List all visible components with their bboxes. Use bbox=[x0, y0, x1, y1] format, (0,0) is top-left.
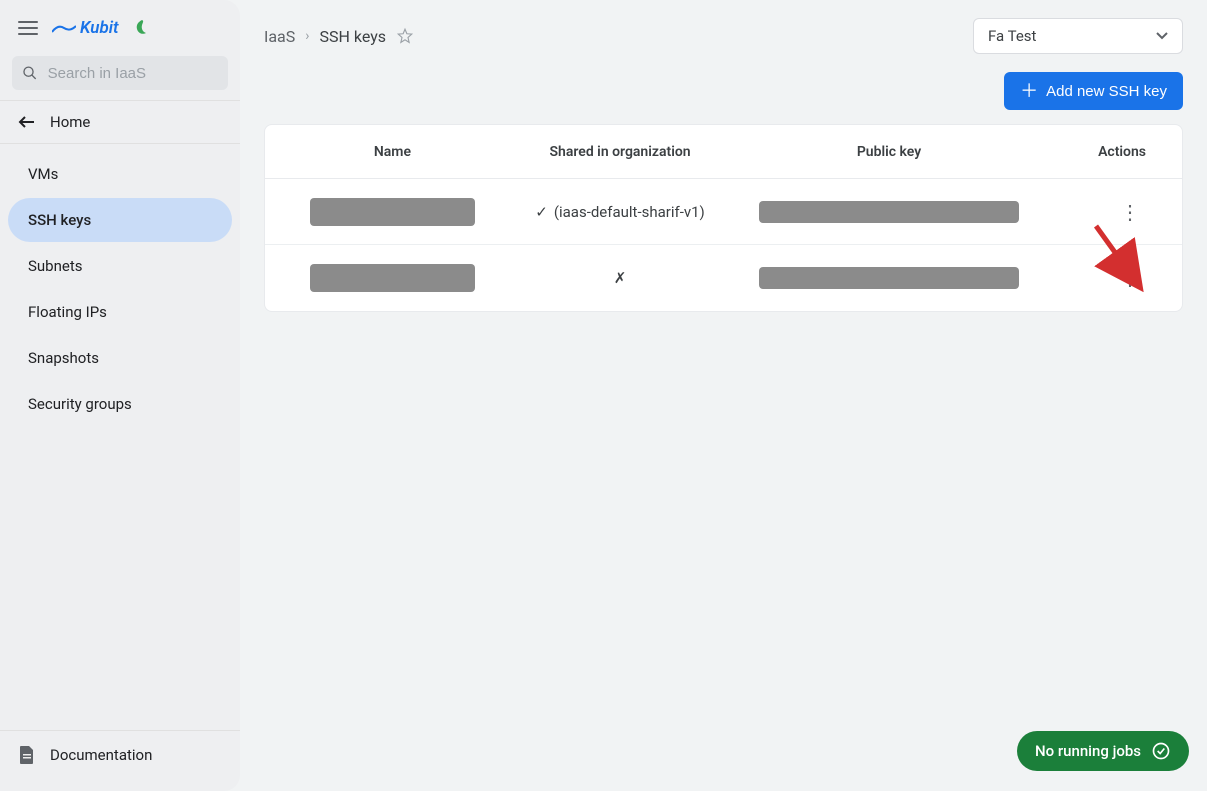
redacted-block bbox=[310, 264, 476, 292]
check-circle-icon bbox=[1151, 741, 1171, 761]
sidebar-item-label: SSH keys bbox=[28, 211, 91, 229]
menu-icon[interactable] bbox=[18, 21, 38, 35]
jobs-label: No running jobs bbox=[1035, 742, 1141, 760]
sidebar-item-label: Subnets bbox=[28, 257, 83, 275]
table-header: Name Shared in organization Public key A… bbox=[265, 125, 1182, 179]
th-actions: Actions bbox=[1034, 144, 1158, 160]
plus-icon: ＋ bbox=[1020, 82, 1038, 100]
search-box[interactable] bbox=[12, 56, 228, 90]
sidebar-item-label: Security groups bbox=[28, 395, 132, 413]
breadcrumb-current: SSH keys bbox=[319, 27, 386, 46]
star-icon[interactable] bbox=[396, 27, 414, 45]
sidebar-header: Kubit bbox=[0, 12, 240, 52]
action-row: ＋ Add new SSH key bbox=[264, 72, 1183, 110]
sidebar-item-label: Snapshots bbox=[28, 349, 99, 367]
search-icon bbox=[22, 64, 38, 82]
add-button-label: Add new SSH key bbox=[1046, 83, 1167, 100]
partner-logo bbox=[133, 19, 151, 37]
main-content: IaaS › SSH keys Fa Test ＋ Add new SSH ke… bbox=[240, 0, 1207, 791]
ssh-keys-table: Name Shared in organization Public key A… bbox=[264, 124, 1183, 312]
th-shared: Shared in organization bbox=[496, 144, 744, 160]
documentation-label: Documentation bbox=[50, 746, 152, 764]
redacted-block bbox=[759, 267, 1020, 289]
back-arrow-icon bbox=[18, 115, 36, 129]
sidebar-item-floating-ips[interactable]: Floating IPs bbox=[8, 290, 232, 334]
actions-cell: ⋮ bbox=[1034, 200, 1158, 224]
shared-cell: ✗ bbox=[496, 269, 744, 287]
topbar: IaaS › SSH keys Fa Test bbox=[264, 18, 1183, 54]
wave-icon bbox=[52, 22, 76, 34]
home-label: Home bbox=[50, 113, 90, 131]
shared-text: (iaas-default-sharif-v1) bbox=[554, 203, 705, 221]
nav-list: VMs SSH keys Subnets Floating IPs Snapsh… bbox=[0, 144, 240, 434]
sidebar: Kubit Home VMs SSH keys bbox=[0, 0, 240, 791]
sidebar-item-security-groups[interactable]: Security groups bbox=[8, 382, 232, 426]
redacted-block bbox=[759, 201, 1020, 223]
document-icon bbox=[18, 745, 36, 765]
table-row: ✗ ⋮ bbox=[265, 245, 1182, 311]
jobs-status-pill[interactable]: No running jobs bbox=[1017, 731, 1189, 771]
sidebar-item-vms[interactable]: VMs bbox=[8, 152, 232, 196]
chevron-down-icon bbox=[1156, 32, 1168, 40]
sidebar-item-label: VMs bbox=[28, 165, 58, 183]
home-link[interactable]: Home bbox=[0, 100, 240, 144]
sidebar-item-label: Floating IPs bbox=[28, 303, 107, 321]
name-cell bbox=[289, 198, 496, 226]
org-selected: Fa Test bbox=[988, 27, 1036, 45]
breadcrumb-root[interactable]: IaaS bbox=[264, 27, 295, 46]
pubkey-cell bbox=[744, 201, 1034, 223]
shared-cell: ✓ (iaas-default-sharif-v1) bbox=[496, 203, 744, 221]
add-ssh-key-button[interactable]: ＋ Add new SSH key bbox=[1004, 72, 1183, 110]
row-actions-menu[interactable]: ⋮ bbox=[1118, 266, 1142, 290]
chevron-right-icon: › bbox=[305, 28, 309, 44]
sidebar-item-subnets[interactable]: Subnets bbox=[8, 244, 232, 288]
sidebar-item-snapshots[interactable]: Snapshots bbox=[8, 336, 232, 380]
search-input[interactable] bbox=[48, 65, 218, 82]
documentation-link[interactable]: Documentation bbox=[0, 730, 240, 779]
pubkey-cell bbox=[744, 267, 1034, 289]
redacted-block bbox=[310, 198, 476, 226]
brand-name: Kubit bbox=[80, 18, 119, 38]
cross-icon: ✗ bbox=[614, 269, 627, 287]
brand-logo[interactable]: Kubit bbox=[52, 18, 119, 38]
th-pubkey: Public key bbox=[744, 144, 1034, 160]
org-selector[interactable]: Fa Test bbox=[973, 18, 1183, 54]
check-icon: ✓ bbox=[535, 203, 548, 221]
breadcrumb: IaaS › SSH keys bbox=[264, 27, 414, 46]
table-row: ✓ (iaas-default-sharif-v1) ⋮ bbox=[265, 179, 1182, 245]
sidebar-item-ssh-keys[interactable]: SSH keys bbox=[8, 198, 232, 242]
row-actions-menu[interactable]: ⋮ bbox=[1118, 200, 1142, 224]
name-cell bbox=[289, 264, 496, 292]
actions-cell: ⋮ bbox=[1034, 266, 1158, 290]
th-name: Name bbox=[289, 144, 496, 160]
